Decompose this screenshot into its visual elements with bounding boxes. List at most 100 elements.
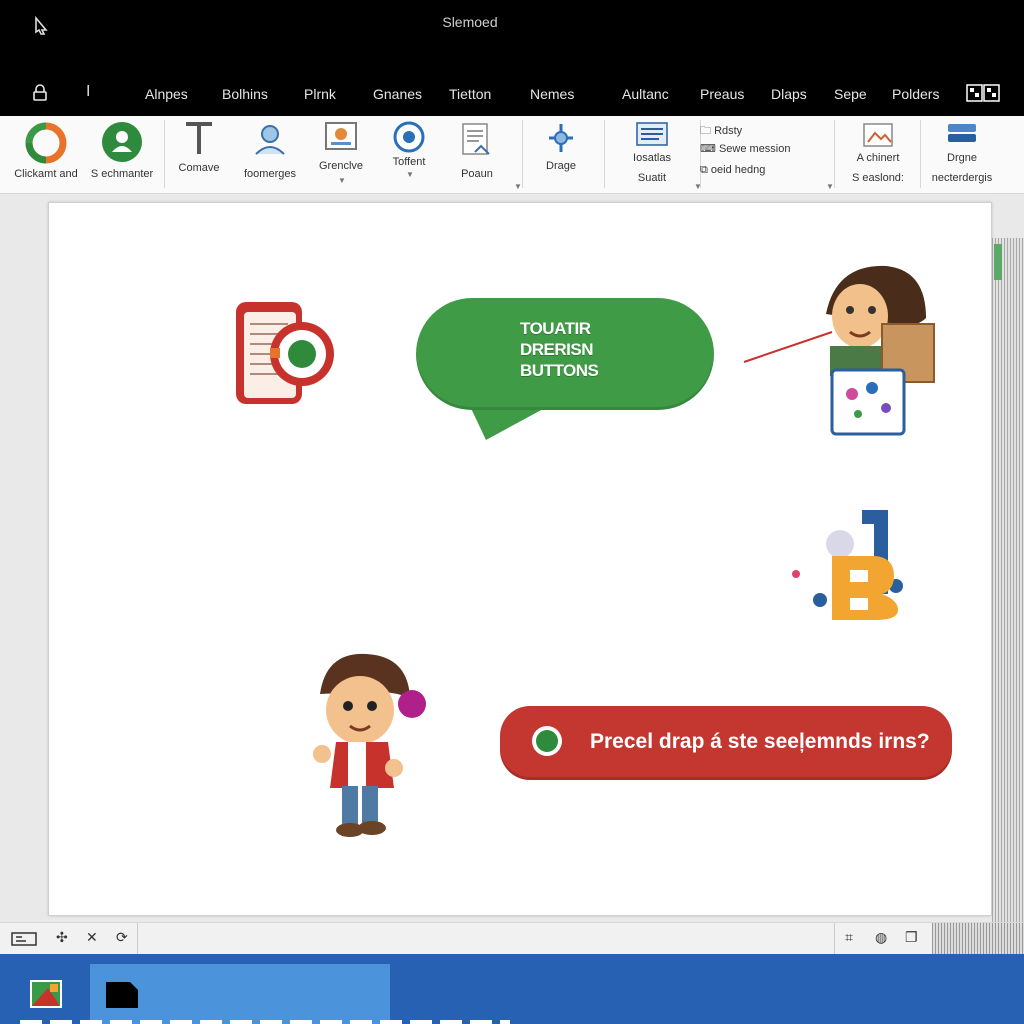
menu-item-10[interactable]: Sepe [834, 86, 867, 102]
toffent-caret-icon[interactable]: ▼ [406, 170, 414, 179]
menu-item-7[interactable]: Aultanc [622, 86, 669, 102]
menu-item-1[interactable]: Alnpes [145, 86, 188, 102]
green-dot-icon [532, 726, 562, 756]
title-bar: Slemoed [0, 0, 1024, 72]
menu-item-11[interactable]: Polders [892, 86, 939, 102]
grid-view-icon[interactable] [966, 84, 1000, 102]
ribbon-divider [164, 120, 165, 188]
move-icon[interactable]: ✣ [56, 929, 68, 949]
poaun-label: Poaun [461, 168, 493, 180]
window-title: Slemoed [442, 14, 498, 30]
windows-app-icon[interactable] [28, 978, 64, 1010]
globe-icon[interactable]: ◍ [875, 929, 887, 949]
grenclve-label: Grenclve [318, 160, 364, 172]
bubble-text: TOUATIR DRERISN BUTTONS [520, 318, 599, 381]
menu-item-3[interactable]: Plrnk [304, 86, 336, 102]
green-person-icon [102, 122, 142, 162]
text-tool-icon [186, 122, 212, 154]
picture-icon [863, 123, 893, 147]
ribbon-toolbar: Clickamt and S echmanter Comave foomerge… [0, 116, 1024, 194]
bubble-line-2: DRERISN [520, 340, 594, 359]
folder-icon: 🗀 [700, 125, 711, 137]
group-caret-icon[interactable]: ▼ [514, 182, 522, 191]
menu-bar: Ι Alnpes Bolhins Plrnk Gnanes Tietton Ne… [0, 72, 1024, 116]
fit-icon[interactable] [10, 929, 38, 949]
foomerges-label: foomerges [244, 168, 296, 180]
refresh-icon[interactable]: ⟳ [116, 929, 128, 949]
ribbon-divider [920, 120, 921, 188]
list-icon [636, 122, 668, 146]
oeid-hedng-label: oeid hedng [710, 164, 766, 176]
tutorial-bubble-button[interactable]: TOUATIR DRERISN BUTTONS [416, 298, 714, 410]
character-with-box-illustration[interactable] [740, 254, 940, 440]
layers-icon: ⧉ [700, 164, 708, 176]
iosatlas-button[interactable]: Iosatlas Suatit [612, 116, 692, 194]
menu-item-6[interactable]: Nemes [530, 86, 574, 102]
drgne-label: Drgne [947, 152, 977, 164]
pill-text: Precel drap á ste seeļemnds irns? [590, 730, 930, 753]
character-illustration[interactable] [308, 650, 432, 844]
clickamt-label: Clickamt and [14, 168, 78, 180]
stack-icon [948, 124, 976, 142]
format-group: 🗀 Rdsty ⌨ Sewe mession ⧉ oeid hedng [700, 116, 828, 194]
status-bar: ✣ ✕ ⟳ ⌗ ◍ ❐ [0, 922, 1024, 955]
seaslond-label: S easlond: [852, 172, 904, 184]
sechmanter-button[interactable]: S echmanter [86, 116, 158, 194]
toffent-label: Toffent [392, 156, 426, 168]
taskbar-tray [20, 1020, 510, 1024]
menu-item-8[interactable]: Preaus [700, 86, 744, 102]
start-dragging-button[interactable]: Precel drap á ste seeļemnds irns? [500, 706, 952, 780]
oeid-hedng-row[interactable]: ⧉ oeid hedng [700, 164, 765, 177]
bubble-line-3: BUTTONS [520, 361, 599, 380]
clipboard-illustration-icon[interactable] [232, 298, 340, 408]
bubble-line-1: TOUATIR [520, 319, 591, 338]
poaun-button[interactable]: Poaun [446, 116, 508, 194]
menu-item-9[interactable]: Dlaps [771, 86, 807, 102]
ribbon-divider [604, 120, 605, 188]
ribbon-divider [834, 120, 835, 188]
vertical-scrollbar[interactable] [992, 238, 1024, 922]
video-icon [393, 121, 425, 153]
scroll-thumb[interactable] [994, 244, 1002, 280]
toffent-button[interactable]: Toffent ▼ [380, 116, 438, 194]
clickamt-button[interactable]: Clickamt and [6, 116, 86, 194]
ribbon-divider [522, 120, 523, 188]
drage-button[interactable]: Drage [530, 116, 592, 194]
package-icon: ⌨ [700, 143, 716, 155]
copy-icon[interactable]: ❐ [905, 929, 918, 949]
menu-item-5[interactable]: Tietton [449, 86, 491, 102]
ring-chart-icon [25, 122, 67, 164]
comave-label: Comave [178, 162, 220, 174]
necterdergis-label: necterdergis [931, 172, 993, 184]
lock-icon[interactable] [32, 84, 48, 102]
file-icon[interactable] [104, 980, 140, 1010]
document-icon [462, 123, 490, 155]
close-icon[interactable]: ✕ [86, 929, 98, 949]
grenclve-button[interactable]: Grenclve ▼ [310, 116, 372, 194]
achinert-label: A chinert [856, 152, 900, 164]
rdsty-row[interactable]: 🗀 Rdsty [700, 122, 742, 141]
grenclve-caret-icon[interactable]: ▼ [338, 176, 346, 185]
image-icon [325, 122, 357, 150]
sewe-mession-row[interactable]: ⌨ Sewe mession [700, 142, 791, 155]
status-texture [932, 923, 1024, 955]
sewe-mession-label: Sewe mession [718, 143, 791, 155]
achinert-button[interactable]: A chinert S easlond: [838, 116, 918, 194]
menu-item-4[interactable]: Gnanes [373, 86, 422, 102]
rdsty-label: Rdsty [714, 125, 743, 137]
crop-icon[interactable]: ⌗ [845, 929, 853, 949]
foomerges-button[interactable]: foomerges [236, 116, 304, 194]
sechmanter-label: S echmanter [90, 168, 154, 180]
letter-b-blocks-icon[interactable] [786, 506, 910, 624]
comave-button[interactable]: Comave [170, 116, 228, 194]
group-caret-icon[interactable]: ▼ [826, 182, 834, 191]
drage-label: Drage [546, 160, 576, 172]
drag-icon [549, 124, 573, 152]
shapes-icon [255, 125, 285, 155]
menu-item-2[interactable]: Bolhins [222, 86, 268, 102]
status-tools-right: ⌗ ◍ ❐ [834, 923, 932, 955]
taskbar [0, 954, 1024, 1024]
text-cursor-icon[interactable]: Ι [86, 83, 90, 101]
drgne-button[interactable]: Drgne necterdergis [922, 116, 1002, 194]
status-tools-left: ✣ ✕ ⟳ [0, 923, 138, 955]
